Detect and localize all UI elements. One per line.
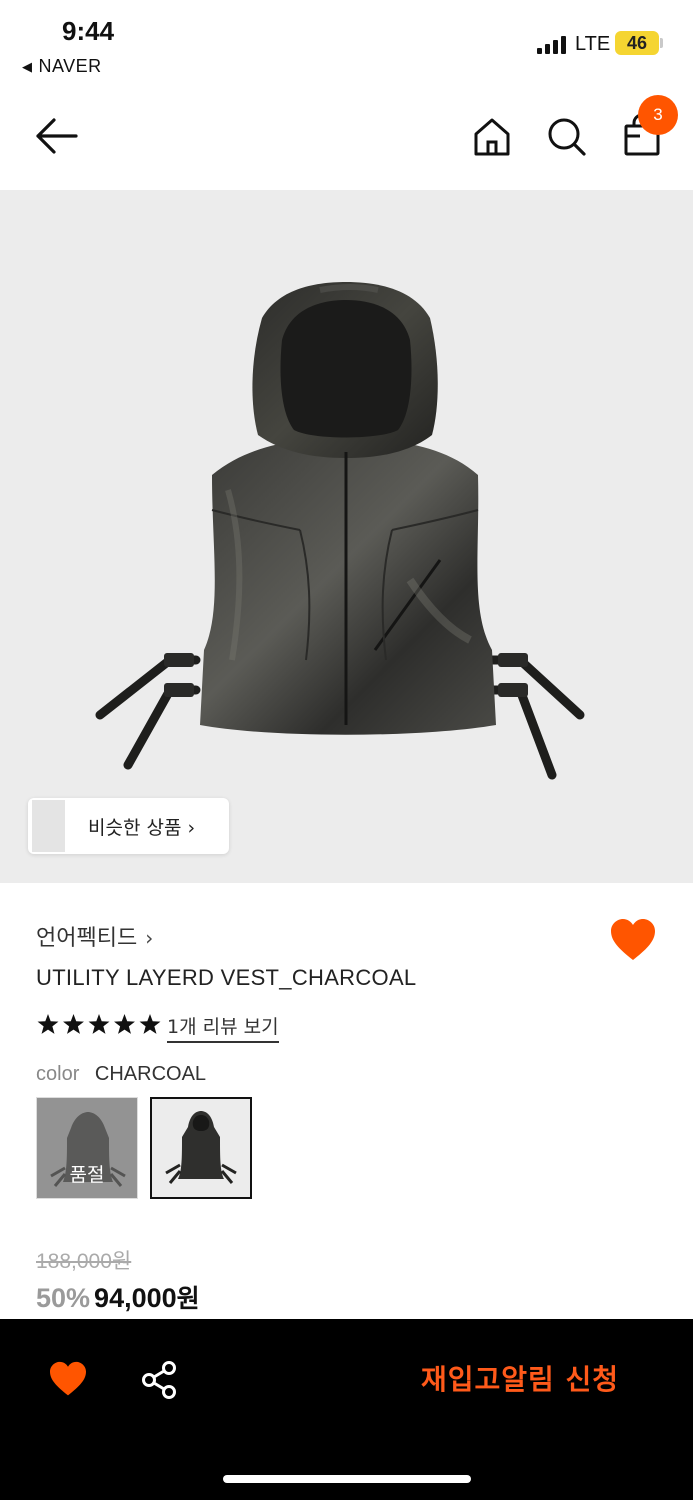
status-bar: 9:44 ◀ NAVER LTE 46: [0, 0, 693, 90]
discount-rate: 50%: [36, 1283, 91, 1313]
chevron-right-icon: ›: [145, 926, 154, 950]
heart-icon: [50, 1361, 86, 1396]
search-button[interactable]: [546, 116, 588, 158]
similar-products-thumbnails: [32, 800, 66, 852]
star-icon: [37, 1014, 59, 1034]
bottom-wishlist-button[interactable]: [48, 1361, 88, 1397]
restock-alert-button[interactable]: 재입고알림 신청: [400, 1356, 640, 1404]
star-icon: [88, 1014, 110, 1034]
original-price: 188,000원: [36, 1250, 132, 1273]
color-swatch-sold-out[interactable]: 품절: [36, 1097, 138, 1199]
arrow-left-icon: [36, 118, 78, 154]
network-type: LTE: [575, 33, 611, 55]
color-option-row: color CHARCOAL: [36, 1063, 206, 1086]
back-triangle-icon: ◀: [22, 59, 33, 74]
color-label: color: [36, 1063, 80, 1085]
battery-cap: [660, 38, 663, 48]
search-icon: [548, 118, 586, 156]
share-icon: [142, 1361, 176, 1399]
chevron-right-icon: ›: [187, 817, 196, 839]
heart-icon: [611, 919, 655, 960]
product-image[interactable]: [0, 190, 693, 883]
swatch-vest-thumbnail: [165, 1111, 237, 1184]
brand-name: 언어펙티드: [36, 926, 138, 951]
back-app-label: NAVER: [38, 56, 102, 76]
star-icon: [139, 1014, 161, 1034]
sale-price: 94,000원: [94, 1283, 200, 1313]
color-value: CHARCOAL: [94, 1063, 207, 1085]
home-indicator: [223, 1475, 471, 1483]
price-row: 50% 94,000원: [36, 1279, 200, 1315]
star-icon: [114, 1014, 135, 1034]
home-button[interactable]: [472, 116, 512, 158]
similar-products-label: 비슷한 상품 ›: [88, 817, 196, 839]
bottom-action-bar: [0, 1319, 693, 1500]
wishlist-button[interactable]: [609, 918, 657, 962]
back-button[interactable]: [34, 116, 80, 156]
hooded-vest-image: [95, 282, 585, 780]
home-icon: [474, 118, 510, 156]
color-swatch-selected[interactable]: [150, 1097, 252, 1199]
sale-price-unit: 원: [176, 1284, 200, 1313]
battery-icon: 46: [615, 31, 659, 55]
similar-products-button[interactable]: 비슷한 상품 ›: [28, 798, 229, 854]
brand-link[interactable]: 언어펙티드 ›: [36, 920, 153, 952]
back-to-app-link[interactable]: ◀ NAVER: [22, 56, 102, 77]
share-button[interactable]: [140, 1360, 178, 1400]
status-time: 9:44: [62, 16, 115, 46]
sold-out-label: 품절: [69, 1164, 105, 1186]
product-title: UTILITY LAYERD VEST_CHARCOAL: [36, 965, 417, 990]
reviews-link[interactable]: 1개 리뷰 보기: [167, 1012, 279, 1043]
cart-count-badge: 3: [638, 95, 678, 135]
signal-icon: [537, 36, 569, 54]
star-rating-icon: [37, 1014, 161, 1034]
star-icon: [63, 1014, 84, 1034]
sale-price-number: 94,000: [94, 1283, 177, 1313]
